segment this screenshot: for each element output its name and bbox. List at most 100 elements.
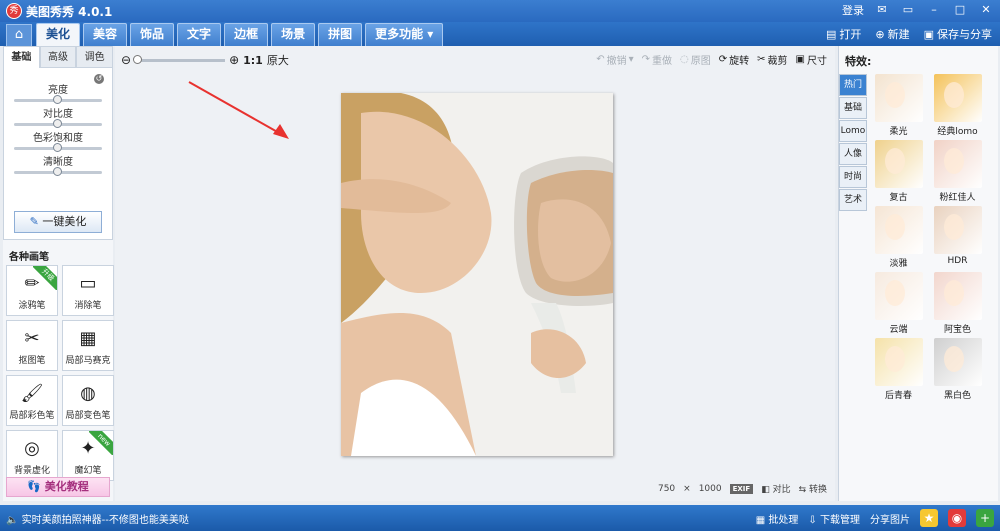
subtab-0[interactable]: 基础	[3, 46, 40, 68]
tab-6[interactable]: 拼图	[318, 23, 363, 46]
share-image-label: 分享图片	[870, 514, 910, 526]
effect-label: 经典lomo	[937, 127, 978, 137]
close-button[interactable]: ✕	[978, 2, 994, 18]
basic-adjust-panel: ↺ 亮度 对比度 色彩饱和度 清晰度 ✎ 一键美化	[3, 68, 113, 240]
minimize-button[interactable]: –	[926, 2, 942, 18]
magic-icon: ✎	[29, 215, 39, 228]
promo-link[interactable]: 🔈 实时美颜拍照神器--不修图也能美美哒	[6, 511, 189, 526]
photo-canvas[interactable]	[341, 93, 613, 456]
brush-item[interactable]: ✂ 抠图笔	[6, 320, 58, 371]
brush-item[interactable]: ▭ 消除笔	[62, 265, 114, 316]
subtab-2[interactable]: 调色	[76, 46, 114, 68]
new-button[interactable]: ⊕ 新建	[875, 26, 909, 42]
exif-button[interactable]: EXIF	[729, 483, 754, 494]
brush-item[interactable]: ▦ 局部马赛克	[62, 320, 114, 371]
image-width: 750	[657, 483, 676, 494]
effect-item[interactable]: 阿宝色	[930, 270, 985, 336]
effect-item[interactable]: 黑白色	[930, 336, 985, 402]
download-manager-button[interactable]: ⇩ 下载管理	[808, 511, 860, 526]
effect-thumbnail	[874, 206, 923, 254]
effect-item[interactable]: 复古	[871, 138, 926, 204]
reset-icon[interactable]: ↺	[94, 74, 104, 84]
brush-label: 局部变色笔	[65, 411, 111, 421]
brush-item[interactable]: ◎ 背景虚化	[6, 430, 58, 481]
brush-item[interactable]: 🖌 局部彩色笔	[6, 375, 58, 426]
effect-label: 柔光	[889, 127, 908, 137]
effect-label: 后青春	[884, 391, 912, 401]
effect-category[interactable]: 人像	[839, 143, 867, 165]
adjust-slider[interactable]	[14, 119, 102, 128]
brush-icon: ✂	[24, 328, 40, 349]
slider-label: 清晰度	[43, 157, 73, 168]
image-height: 1000	[698, 483, 722, 494]
speaker-icon: 🔈	[6, 515, 19, 526]
subtab-1[interactable]: 高级	[39, 46, 77, 68]
title-bar: 秀 美图秀秀 4.0.1 登录 ✉ ▭ – □ ✕	[0, 0, 1000, 22]
photo-image	[341, 93, 613, 456]
convert-label: 转换	[808, 485, 827, 495]
brush-label: 局部彩色笔	[9, 411, 55, 421]
add-icon[interactable]: +	[976, 509, 994, 527]
compare-button[interactable]: ◧ 对比	[761, 482, 790, 495]
effect-category[interactable]: 艺术	[839, 189, 867, 211]
effect-label: 淡雅	[889, 259, 908, 269]
tab-1[interactable]: 美容	[83, 23, 128, 46]
adjust-slider[interactable]	[14, 143, 102, 152]
tutorial-button[interactable]: 👣 美化教程	[6, 477, 110, 497]
effect-item[interactable]: 经典lomo	[930, 72, 985, 138]
effect-category[interactable]: 时尚	[839, 166, 867, 188]
home-icon[interactable]: ⌂	[6, 24, 32, 46]
effect-item[interactable]: 粉红佳人	[930, 138, 985, 204]
maximize-button[interactable]: □	[952, 2, 968, 18]
slider-knob[interactable]	[53, 167, 62, 176]
brush-label: 局部马赛克	[65, 356, 111, 366]
bottom-bar: 🔈 实时美颜拍照神器--不修图也能美美哒 ▦ 批处理 ⇩ 下载管理 分享图片 ★…	[0, 505, 1000, 531]
effects-panel: 特效: 热门 基础 Lomo 人像 时尚 艺术 柔光 经典lomo 复古 粉红佳人 淡雅 HDR 云端…	[838, 46, 998, 501]
slider-knob[interactable]	[53, 119, 62, 128]
plus-icon: ⊕	[875, 27, 885, 41]
brush-item[interactable]: ✏ 涂鸦笔 升级	[6, 265, 58, 316]
login-link[interactable]: 登录	[842, 2, 864, 18]
star-icon[interactable]: ★	[920, 509, 938, 527]
one-key-beautify-button[interactable]: ✎ 一键美化	[14, 211, 102, 233]
badge-ribbon: 升级	[33, 266, 57, 290]
convert-button[interactable]: ⇆ 转换	[799, 482, 827, 495]
brush-label: 抠图笔	[18, 356, 46, 366]
adjust-slider[interactable]	[14, 95, 102, 104]
slider-knob[interactable]	[53, 95, 62, 104]
tab-2[interactable]: 饰品	[130, 23, 175, 46]
effect-thumbnail	[874, 338, 923, 386]
tab-3[interactable]: 文字	[177, 23, 222, 46]
batch-label: 批处理	[768, 514, 799, 526]
adjust-slider[interactable]	[14, 167, 102, 176]
batch-button[interactable]: ▦ 批处理	[756, 511, 799, 526]
slider-label: 对比度	[43, 109, 73, 120]
slider-knob[interactable]	[53, 143, 62, 152]
brush-item[interactable]: ✦ 魔幻笔 new	[62, 430, 114, 481]
open-button[interactable]: ▤ 打开	[826, 26, 861, 42]
weibo-icon[interactable]: ◉	[948, 509, 966, 527]
effect-category[interactable]: Lomo	[839, 120, 867, 142]
save-share-button[interactable]: ▣ 保存与分享	[924, 26, 992, 42]
effect-item[interactable]: HDR	[930, 204, 985, 270]
slider-group: 亮度 对比度 色彩饱和度 清晰度	[4, 68, 112, 176]
effect-category[interactable]: 热门	[839, 74, 867, 96]
effect-thumbnail	[933, 338, 982, 386]
dimension-separator: ×	[683, 483, 691, 494]
effect-item[interactable]: 柔光	[871, 72, 926, 138]
effect-item[interactable]: 后青春	[871, 336, 926, 402]
download-icon: ⇩	[808, 514, 817, 526]
effect-thumbnail	[933, 140, 982, 188]
tab-0[interactable]: 美化	[36, 23, 81, 46]
brush-item[interactable]: ◍ 局部变色笔	[62, 375, 114, 426]
effect-category[interactable]: 基础	[839, 97, 867, 119]
tab-5[interactable]: 场景	[271, 23, 316, 46]
canvas-area: ⊖ ⊕ 1:1 原大 ↶ 撤销 ▾ ↷ 重做 ◌ 原图 ⟳ 旋转 ✂ 裁剪 ▣ 尺寸	[115, 46, 835, 501]
message-icon[interactable]: ✉	[874, 2, 890, 18]
tab-4[interactable]: 边框	[224, 23, 269, 46]
effect-label: 云端	[889, 325, 908, 335]
tab-7[interactable]: 更多功能 ▾	[365, 23, 444, 46]
skin-icon[interactable]: ▭	[900, 2, 916, 18]
effect-item[interactable]: 淡雅	[871, 204, 926, 270]
effect-item[interactable]: 云端	[871, 270, 926, 336]
